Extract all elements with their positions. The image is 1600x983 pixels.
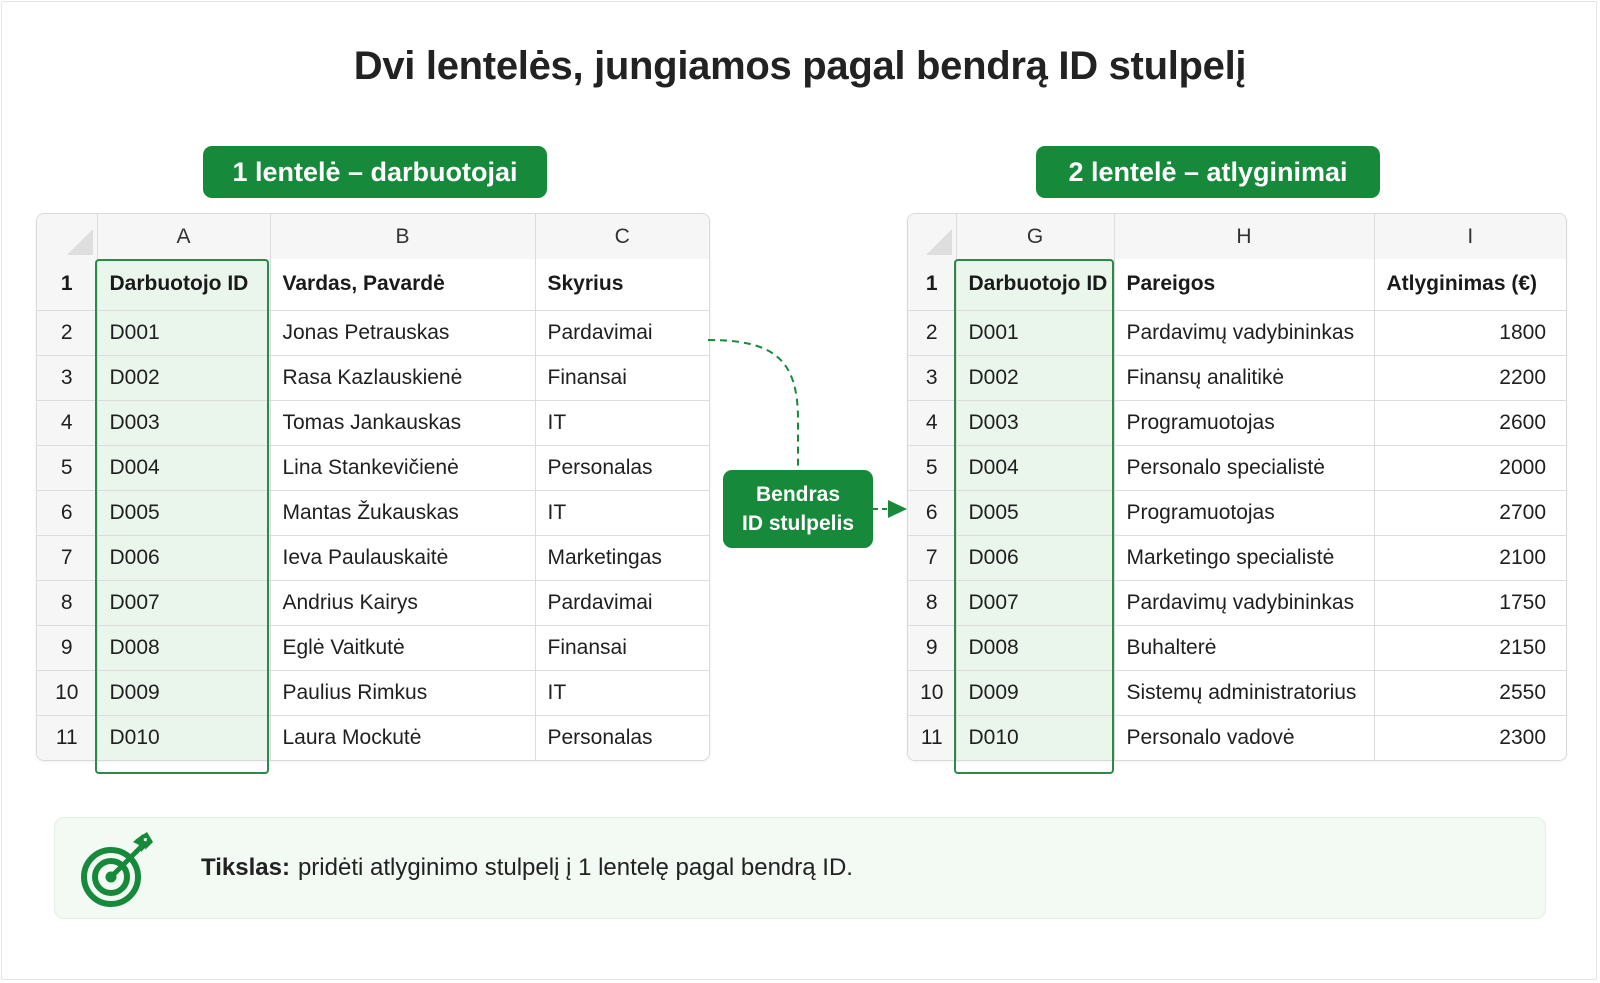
goal-text: Tikslas: pridėti atlyginimo stulpelį į 1… [201,818,853,918]
goal-description: pridėti atlyginimo stulpelį į 1 lentelę … [297,854,853,881]
common-id-label-line2: ID stulpelis [741,512,855,535]
common-id-label: Bendras ID stulpelis [723,470,873,548]
common-id-label-line1: Bendras [755,483,841,506]
connector-dashed-curve [707,339,799,470]
goal-box: Tikslas: pridėti atlyginimo stulpelį į 1… [54,817,1546,919]
goal-label: Tikslas: [201,854,290,881]
arrow-right-icon [888,500,907,518]
target-arrow-icon [81,832,153,907]
